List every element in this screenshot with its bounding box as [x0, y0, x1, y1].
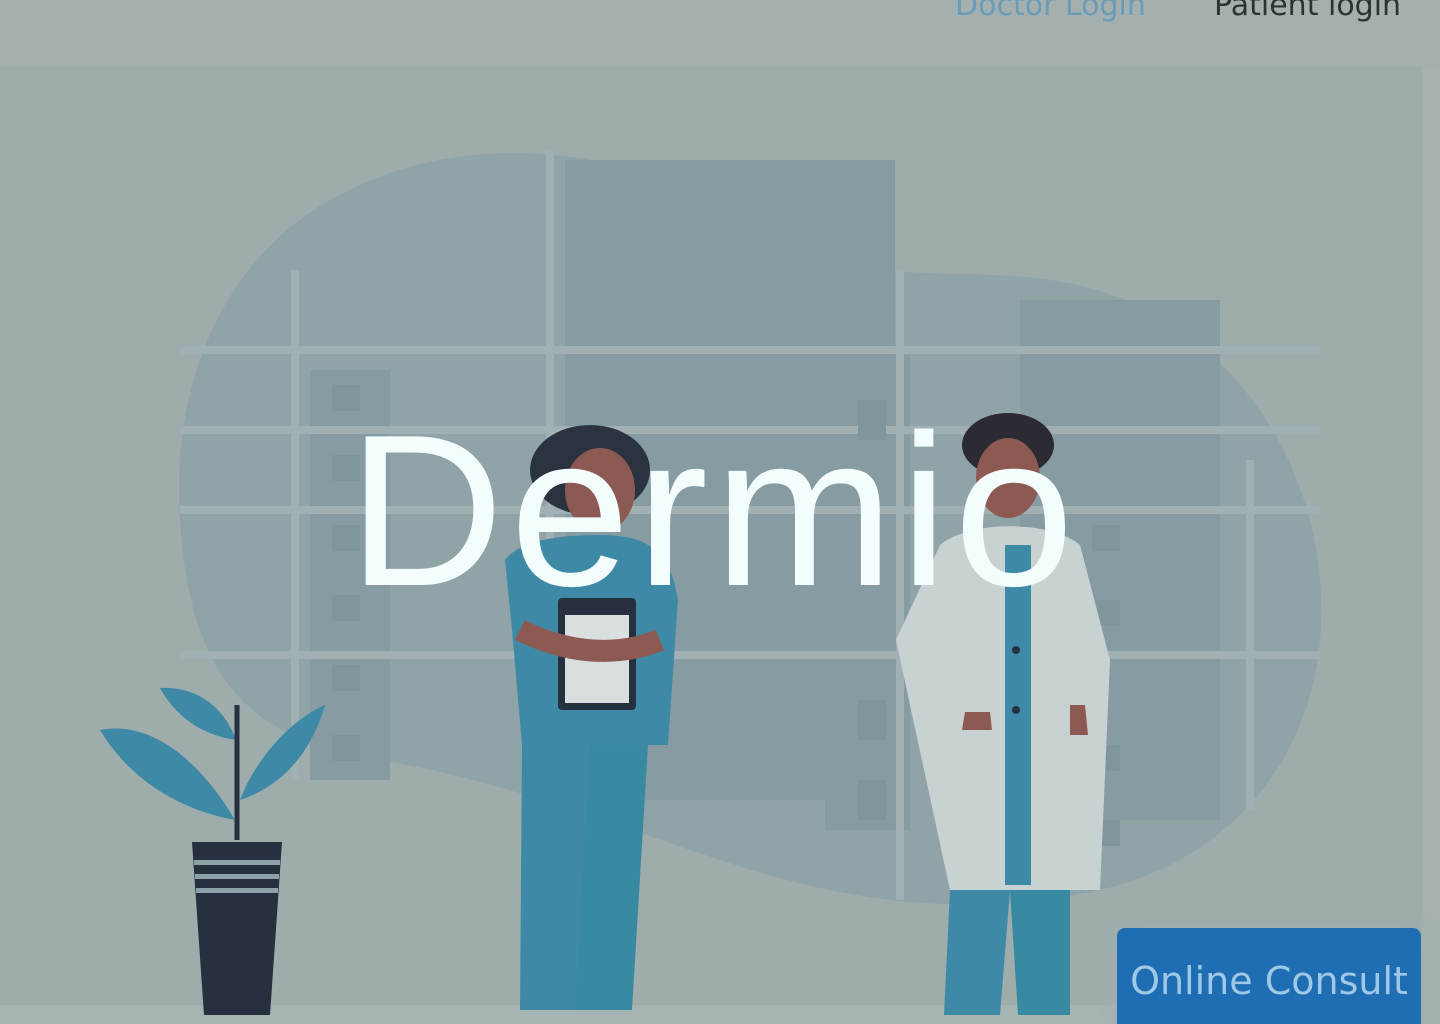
potted-plant — [100, 687, 325, 1015]
top-navbar: Doctor Login Patient login — [0, 0, 1440, 66]
brand-title: Dermio — [347, 389, 1081, 631]
patient-login-link[interactable]: Patient login — [1214, 0, 1401, 26]
landing-page: Doctor Login Patient login Dermio Online… — [0, 0, 1440, 1024]
doctor-login-link[interactable]: Doctor Login — [955, 0, 1146, 26]
online-consult-button[interactable]: Online Consult — [1117, 928, 1421, 1024]
